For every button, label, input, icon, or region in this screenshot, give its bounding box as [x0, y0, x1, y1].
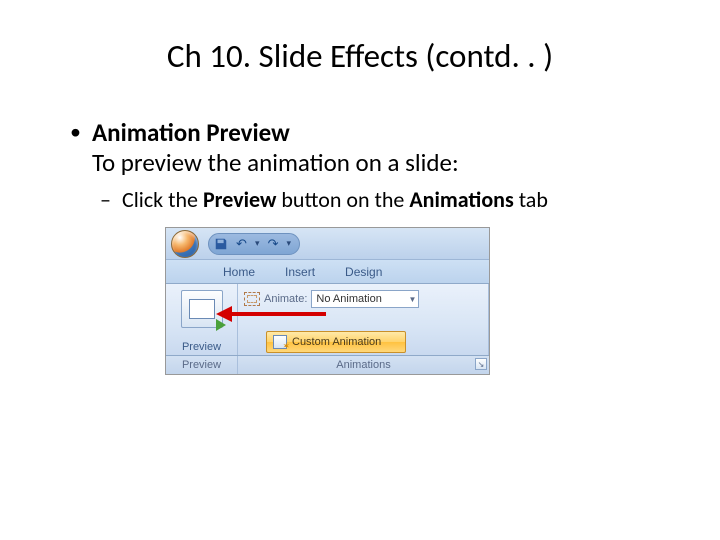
custom-animation-label: Custom Animation — [292, 336, 381, 348]
slide-body: Animation Preview To preview the animati… — [40, 118, 680, 375]
slide-thumb-icon — [189, 299, 215, 319]
animate-combo-value: No Animation — [316, 293, 381, 305]
bullet-heading: Animation Preview — [92, 117, 290, 148]
redo-icon[interactable]: ↷ — [266, 236, 281, 251]
custom-animation-icon — [273, 335, 287, 349]
qat-pill: ↶ ▾ ↷ ▾ — [208, 233, 300, 255]
sub-text-end: tab — [519, 186, 548, 213]
group-title-animations: Animations ↘ — [238, 356, 489, 374]
tab-design[interactable]: Design — [330, 260, 397, 283]
qat-customize-caret-icon[interactable]: ▾ — [287, 238, 292, 249]
office-orb-icon — [171, 230, 199, 258]
dialog-launcher-icon[interactable]: ↘ — [475, 358, 487, 370]
undo-caret-icon[interactable]: ▾ — [255, 238, 260, 249]
undo-icon[interactable]: ↶ — [234, 236, 249, 251]
group-title-preview: Preview — [166, 356, 238, 374]
chevron-down-icon: ▼ — [409, 295, 417, 304]
office-button[interactable] — [166, 228, 204, 260]
ribbon-screenshot: ↶ ▾ ↷ ▾ Home Insert Design Preview — [165, 227, 490, 375]
sub-bold-preview: Preview — [203, 186, 281, 213]
placeholder-icon — [244, 292, 260, 306]
ribbon-body: Preview Animate: No Animation ▼ Custom A… — [166, 284, 489, 356]
bullet-animation-preview: Animation Preview To preview the animati… — [92, 118, 680, 213]
animate-label: Animate: — [264, 293, 307, 305]
ribbon-screenshot-wrap: ↶ ▾ ↷ ▾ Home Insert Design Preview — [70, 227, 680, 375]
bullet-body: To preview the animation on a slide: — [92, 147, 459, 178]
sub-bold-animations: Animations — [409, 186, 518, 213]
group-preview: Preview — [166, 284, 238, 355]
quick-access-toolbar: ↶ ▾ ↷ ▾ — [166, 228, 489, 260]
custom-animation-button[interactable]: Custom Animation — [266, 331, 406, 353]
sub-text: Click the — [122, 186, 203, 213]
ribbon-group-titles: Preview Animations ↘ — [166, 356, 489, 374]
slide-title: Ch 10. Slide Effects (contd. . ) — [40, 24, 680, 86]
preview-button-label: Preview — [182, 341, 221, 353]
sub-text-mid: button on the — [281, 186, 409, 213]
animate-combo[interactable]: No Animation ▼ — [311, 290, 419, 308]
save-icon[interactable] — [213, 236, 228, 251]
tab-insert[interactable]: Insert — [270, 260, 330, 283]
play-icon — [216, 319, 226, 331]
ribbon-tabs: Home Insert Design — [166, 260, 489, 284]
slide: Ch 10. Slide Effects (contd. . ) Animati… — [0, 0, 720, 375]
tab-home[interactable]: Home — [208, 260, 270, 283]
group-title-animations-text: Animations — [336, 359, 390, 371]
group-animations: Animate: No Animation ▼ Custom Animation — [238, 284, 489, 355]
animate-row: Animate: No Animation ▼ — [244, 288, 482, 310]
preview-button[interactable] — [181, 290, 223, 328]
sub-bullet-click-preview: Click the Preview button on the Animatio… — [122, 187, 680, 213]
